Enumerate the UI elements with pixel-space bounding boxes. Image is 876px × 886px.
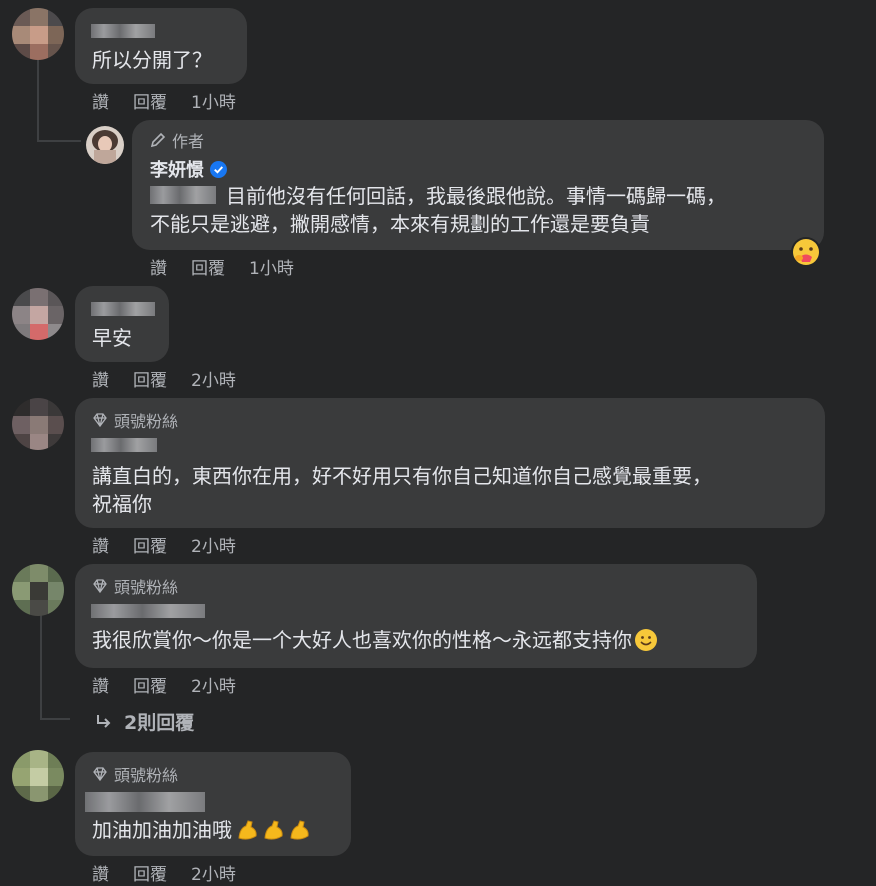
commenter-name[interactable] bbox=[91, 24, 155, 38]
thread-line-elbow bbox=[40, 718, 70, 720]
author-name[interactable]: 李妍憬 bbox=[150, 156, 204, 182]
comment-bubble: 作者 李妍憬 目前他沒有任何回話，我最後跟他說。事情一碼歸一碼， 不能只是逃避，… bbox=[132, 120, 824, 250]
commenter-name[interactable] bbox=[85, 792, 205, 812]
flexed-biceps-emoji bbox=[236, 818, 312, 842]
care-reaction-icon[interactable] bbox=[790, 236, 822, 268]
comment-actions: 讚 回覆 2小時 bbox=[92, 366, 236, 391]
comment-text: 所以分開了？ bbox=[92, 48, 212, 72]
reply-button[interactable]: 回覆 bbox=[133, 672, 167, 697]
comment-text: 加油加油加油哦 bbox=[92, 818, 232, 842]
badge-label: 頭號粉絲 bbox=[114, 766, 179, 785]
mentioned-name[interactable] bbox=[150, 186, 216, 204]
commenter-name[interactable] bbox=[91, 438, 157, 452]
timestamp[interactable]: 1小時 bbox=[191, 88, 236, 113]
reply-button[interactable]: 回覆 bbox=[133, 532, 167, 557]
diamond-icon bbox=[93, 767, 107, 782]
top-fan-badge: 頭號粉絲 bbox=[92, 574, 178, 598]
avatar[interactable] bbox=[12, 288, 64, 340]
timestamp[interactable]: 2小時 bbox=[191, 366, 236, 391]
like-button[interactable]: 讚 bbox=[92, 532, 109, 557]
top-fan-badge: 頭號粉絲 bbox=[92, 408, 178, 432]
like-button[interactable]: 讚 bbox=[150, 254, 167, 279]
avatar[interactable] bbox=[12, 398, 64, 450]
comment-text-line1: 講直白的，東西你在用，好不好用只有你自己知道你自己感覺最重要， bbox=[92, 464, 712, 488]
comment-text-line2: 不能只是逃避，撇開感情，本來有規劃的工作還是要負責 bbox=[150, 212, 650, 236]
diamond-icon bbox=[93, 579, 107, 594]
top-fan-badge: 頭號粉絲 bbox=[92, 762, 178, 786]
commenter-name[interactable] bbox=[91, 302, 155, 316]
comment-actions: 讚 回覆 2小時 bbox=[92, 672, 236, 697]
reply-button[interactable]: 回覆 bbox=[133, 366, 167, 391]
comment-text: 早安 bbox=[92, 326, 132, 350]
avatar[interactable] bbox=[12, 750, 64, 802]
comment-bubble: 頭號粉絲 我很欣賞你～你是一个大好人也喜欢你的性格～永远都支持你 bbox=[75, 564, 757, 668]
thread-line-elbow bbox=[37, 140, 81, 142]
comment-bubble: 早安 bbox=[75, 286, 169, 362]
author-avatar[interactable] bbox=[86, 126, 124, 164]
like-button[interactable]: 讚 bbox=[92, 860, 109, 885]
like-button[interactable]: 讚 bbox=[92, 366, 109, 391]
badge-label: 頭號粉絲 bbox=[114, 412, 179, 431]
author-badge: 作者 bbox=[150, 128, 204, 152]
reply-arrow-icon bbox=[97, 714, 111, 728]
smile-emoji bbox=[635, 629, 657, 651]
badge-label: 頭號粉絲 bbox=[114, 578, 179, 597]
comment-bubble: 頭號粉絲 講直白的，東西你在用，好不好用只有你自己知道你自己感覺最重要， 祝福你 bbox=[75, 398, 825, 528]
like-button[interactable]: 讚 bbox=[92, 672, 109, 697]
comment-bubble: 所以分開了？ bbox=[75, 8, 247, 84]
commenter-name[interactable] bbox=[91, 604, 205, 618]
timestamp[interactable]: 1小時 bbox=[249, 254, 294, 279]
comment-actions: 讚 回覆 1小時 bbox=[150, 254, 294, 279]
thread-line bbox=[37, 60, 39, 140]
comment-text-line1: 目前他沒有任何回話，我最後跟他說。事情一碼歸一碼， bbox=[226, 184, 726, 208]
thread-line bbox=[40, 612, 42, 718]
badge-label: 作者 bbox=[172, 132, 205, 151]
comment-actions: 讚 回覆 2小時 bbox=[92, 860, 236, 885]
reply-button[interactable]: 回覆 bbox=[191, 254, 225, 279]
reply-button[interactable]: 回覆 bbox=[133, 88, 167, 113]
avatar[interactable] bbox=[12, 564, 64, 616]
diamond-icon bbox=[93, 413, 107, 428]
verified-badge-icon bbox=[210, 160, 227, 178]
like-button[interactable]: 讚 bbox=[92, 88, 109, 113]
comment-bubble: 頭號粉絲 加油加油加油哦 bbox=[75, 752, 351, 856]
comment-text-line2: 祝福你 bbox=[92, 492, 152, 516]
timestamp[interactable]: 2小時 bbox=[191, 532, 236, 557]
timestamp[interactable]: 2小時 bbox=[191, 672, 236, 697]
avatar[interactable] bbox=[12, 8, 64, 60]
replies-count-label[interactable]: 2則回覆 bbox=[124, 708, 194, 735]
comment-text: 我很欣賞你～你是一个大好人也喜欢你的性格～永远都支持你 bbox=[92, 628, 632, 652]
comment-actions: 讚 回覆 1小時 bbox=[92, 88, 236, 113]
view-replies-link[interactable]: 2則回覆 bbox=[94, 708, 194, 735]
reply-button[interactable]: 回覆 bbox=[133, 860, 167, 885]
comment-actions: 讚 回覆 2小時 bbox=[92, 532, 236, 557]
timestamp[interactable]: 2小時 bbox=[191, 860, 236, 885]
pencil-icon bbox=[150, 132, 166, 148]
